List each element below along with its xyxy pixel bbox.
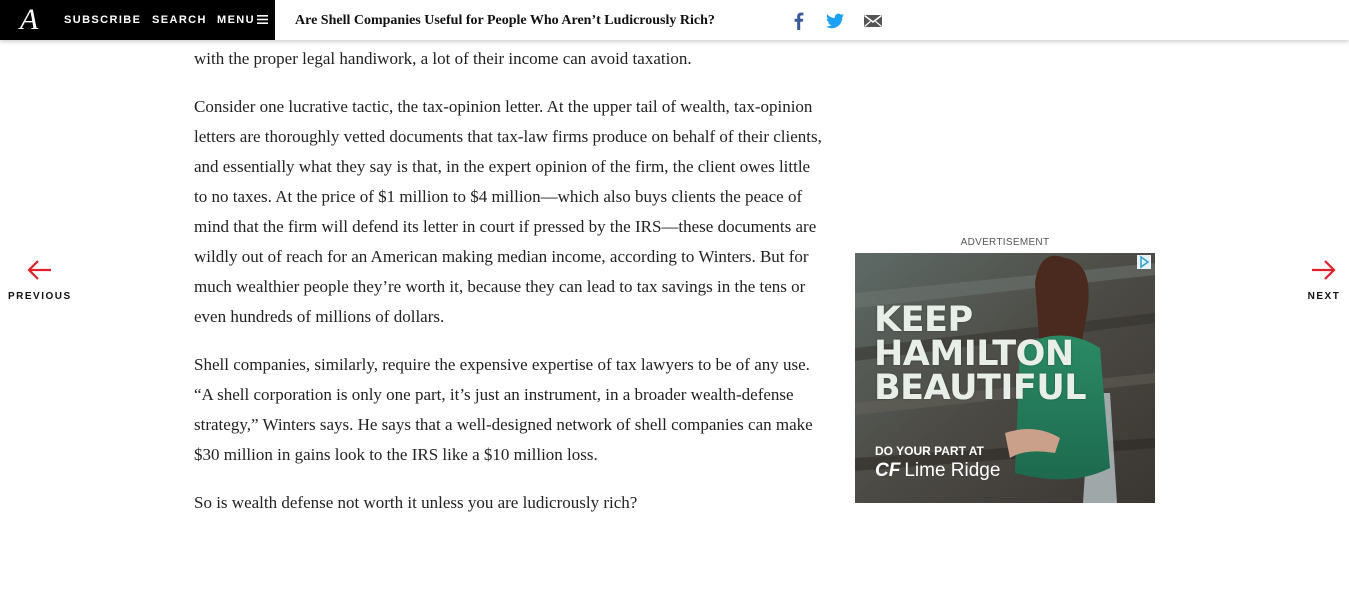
article-body: with the proper legal handiwork, a lot o… (194, 44, 826, 536)
menu-label: MENU (217, 14, 255, 26)
adchoices-icon[interactable] (1137, 255, 1151, 269)
brand-block: A SUBSCRIBE SEARCH MENU (0, 0, 275, 40)
arrow-right-icon (1312, 260, 1336, 280)
twitter-icon[interactable] (825, 11, 845, 31)
arrow-left-icon (27, 260, 51, 280)
article-paragraph: Shell companies, similarly, require the … (194, 355, 813, 464)
hamburger-icon (257, 14, 268, 24)
top-bar: A SUBSCRIBE SEARCH MENU Are Shell Compan… (0, 0, 1349, 40)
ad-line-1: KEEP (874, 300, 973, 340)
article-paragraph: So is wealth defense not worth it unless… (194, 493, 638, 512)
article-paragraph: with the proper legal handiwork, a lot o… (194, 49, 692, 68)
ad-subtext: DO YOUR PART AT (875, 444, 984, 458)
ad-brand: CF Lime Ridge (875, 460, 1000, 482)
advertisement-banner[interactable]: KEEP HAMILTON BEAUTIFUL DO YOUR PART AT … (855, 253, 1155, 503)
facebook-icon[interactable] (789, 11, 809, 31)
next-label: NEXT (1307, 291, 1341, 302)
ad-brand-name: Lime Ridge (904, 460, 1001, 481)
next-article-link[interactable]: NEXT (1303, 258, 1345, 302)
subscribe-link[interactable]: SUBSCRIBE (64, 0, 141, 40)
article-paragraph: Consider one lucrative tactic, the tax-o… (194, 97, 822, 326)
article-headline: Are Shell Companies Useful for People Wh… (295, 13, 715, 28)
previous-label: PREVIOUS (8, 291, 72, 302)
previous-article-link[interactable]: PREVIOUS (8, 258, 70, 302)
ad-line-2: HAMILTON (874, 334, 1074, 374)
search-link[interactable]: SEARCH (152, 0, 207, 40)
ad-brand-mark: CF (875, 460, 901, 481)
email-icon[interactable] (863, 11, 883, 31)
menu-button[interactable]: MENU (217, 0, 268, 40)
ad-headline: KEEP HAMILTON BEAUTIFUL (874, 300, 1087, 408)
site-logo[interactable]: A (17, 4, 41, 36)
ad-line-3: BEAUTIFUL (874, 368, 1087, 408)
advertisement-label: ADVERTISEMENT (960, 237, 1050, 248)
